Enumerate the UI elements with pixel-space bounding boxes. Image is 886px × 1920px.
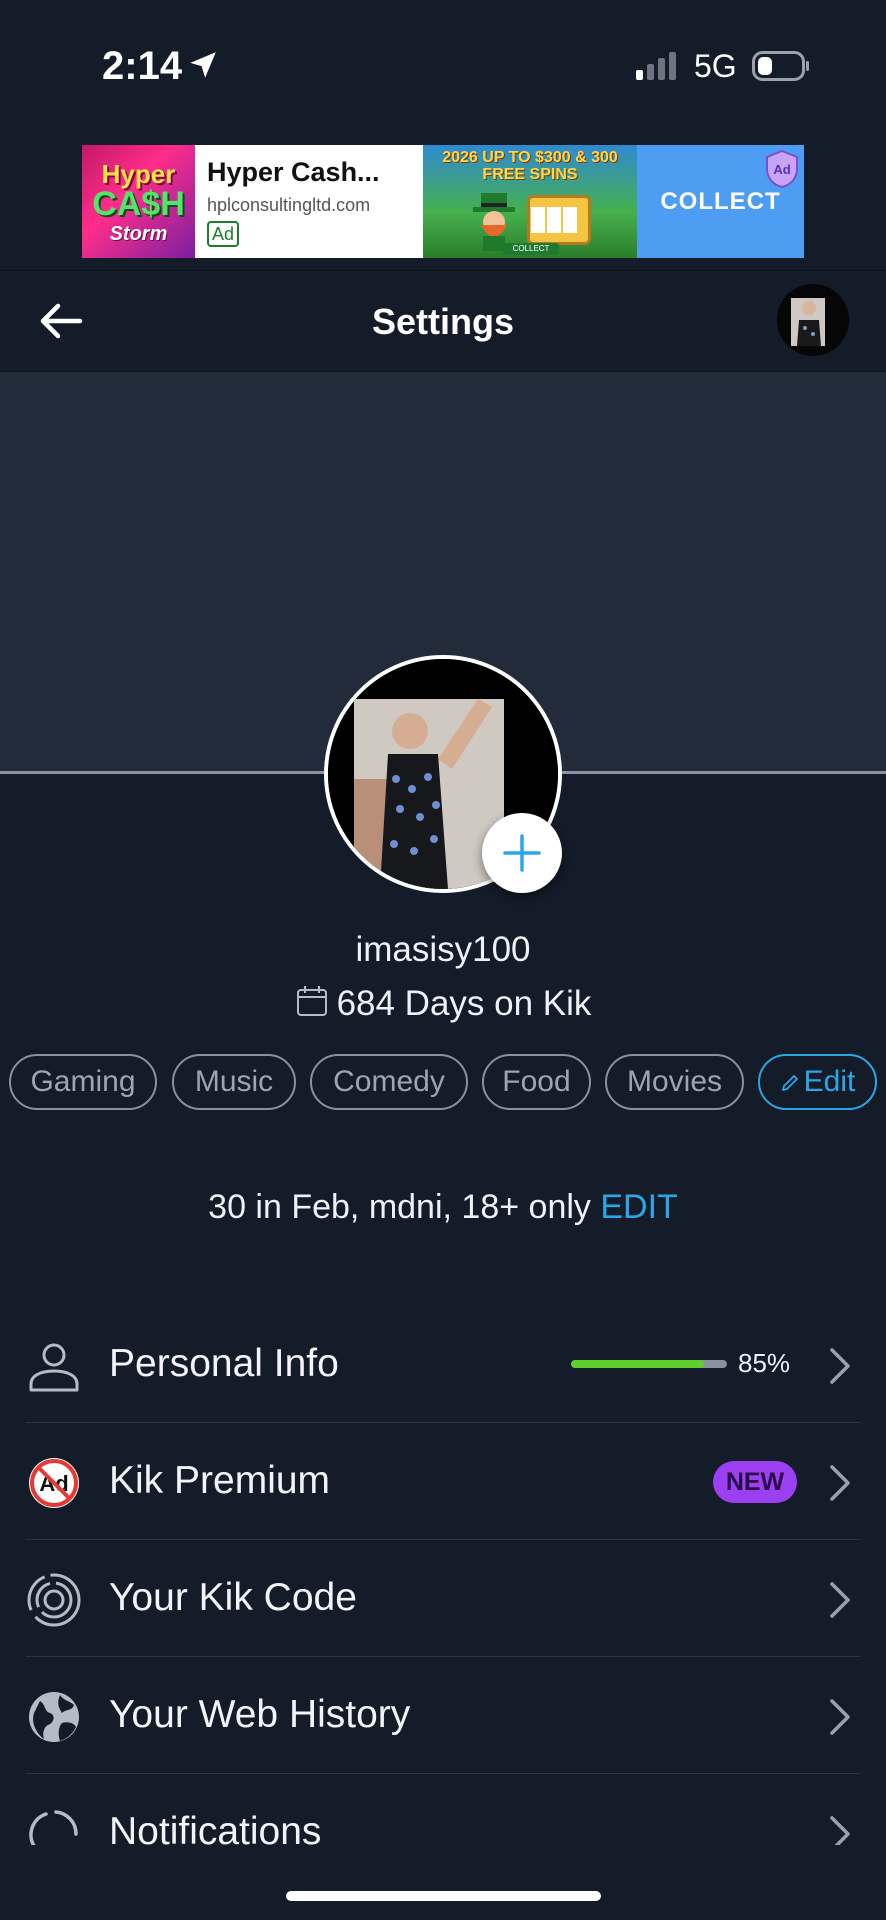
kik-code-icon bbox=[27, 1573, 81, 1627]
menu-item-web-history[interactable]: Your Web History bbox=[0, 1657, 886, 1774]
days-on-kik: 684 Days on Kik bbox=[0, 984, 886, 1024]
ad-art-button: COLLECT bbox=[503, 243, 559, 255]
ad-art-headline: 2026 UP TO $300 & 300 FREE SPINS bbox=[442, 149, 618, 183]
person-icon bbox=[29, 1343, 79, 1392]
cellular-signal-icon bbox=[636, 52, 676, 80]
ad-banner[interactable]: Hyper CA$H Storm Hyper Cash... hplconsul… bbox=[82, 145, 804, 258]
ad-domain: hplconsultingltd.com bbox=[207, 195, 371, 215]
menu-label-personal-info: Personal Info bbox=[109, 1342, 339, 1385]
interest-chip-movies[interactable]: Movies bbox=[605, 1054, 744, 1110]
leprechaun-icon bbox=[473, 193, 515, 251]
interest-chip-food[interactable]: Food bbox=[482, 1054, 591, 1110]
menu-label-web-history: Your Web History bbox=[109, 1693, 411, 1736]
interest-chips: Gaming Music Comedy Food Movies Edit bbox=[9, 1054, 886, 1110]
chevron-right-icon bbox=[830, 1348, 850, 1384]
menu-item-personal-info[interactable]: Personal Info 85% bbox=[0, 1306, 886, 1423]
bottom-bar bbox=[0, 1845, 886, 1920]
bio-text: 30 in Feb, mdni, 18+ only bbox=[208, 1188, 591, 1226]
status-time: 2:14 bbox=[102, 44, 183, 88]
page-title: Settings bbox=[371, 301, 514, 342]
menu-label-kik-premium: Kik Premium bbox=[109, 1459, 331, 1502]
ad-badge: Ad bbox=[207, 221, 240, 247]
profile-avatar-small[interactable] bbox=[777, 284, 849, 356]
battery-icon bbox=[752, 51, 809, 81]
edit-bio-link[interactable]: EDIT bbox=[600, 1188, 677, 1226]
menu-label-kik-code: Your Kik Code bbox=[109, 1576, 357, 1619]
home-indicator[interactable] bbox=[286, 1891, 601, 1901]
interest-chip-gaming[interactable]: Gaming bbox=[9, 1054, 157, 1110]
location-arrow-icon bbox=[190, 52, 216, 78]
edit-interests-label: Edit bbox=[803, 1065, 856, 1098]
edit-interests-button[interactable]: Edit bbox=[758, 1054, 877, 1110]
status-bar: 2:14 5G bbox=[0, 0, 886, 130]
ad-collect-label: COLLECT bbox=[660, 188, 781, 215]
ad-app-thumbnail: Hyper CA$H Storm bbox=[82, 145, 195, 258]
username: imasisy100 bbox=[355, 930, 531, 969]
calendar-icon bbox=[296, 986, 327, 1016]
nav-bar: Settings bbox=[0, 270, 886, 373]
svg-text:Ad: Ad bbox=[773, 162, 790, 177]
slot-machine-icon bbox=[527, 195, 591, 245]
new-badge: NEW bbox=[713, 1461, 797, 1503]
globe-icon bbox=[29, 1692, 79, 1742]
no-ads-icon: Ad bbox=[29, 1458, 79, 1508]
add-photo-button[interactable] bbox=[482, 813, 562, 893]
ad-title: Hyper Cash... bbox=[207, 157, 380, 187]
chevron-right-icon bbox=[830, 1699, 850, 1735]
profile-progress-bar bbox=[571, 1360, 727, 1368]
chevron-right-icon bbox=[830, 1582, 850, 1618]
plus-icon bbox=[503, 834, 541, 872]
ad-text-block: Hyper Cash... hplconsultingltd.com Ad bbox=[195, 145, 423, 258]
profile-progress-text: 85% bbox=[738, 1348, 791, 1378]
menu-item-kik-premium[interactable]: Ad Kik Premium NEW bbox=[0, 1423, 886, 1540]
ad-artwork: 2026 UP TO $300 & 300 FREE SPINS COLLECT bbox=[423, 145, 637, 258]
menu-item-kik-code[interactable]: Your Kik Code bbox=[0, 1540, 886, 1657]
interest-chip-music[interactable]: Music bbox=[172, 1054, 296, 1110]
days-on-kik-text: 684 Days on Kik bbox=[336, 984, 592, 1023]
interest-chip-comedy[interactable]: Comedy bbox=[310, 1054, 468, 1110]
ad-choices-icon[interactable]: Ad bbox=[764, 149, 800, 189]
chevron-right-icon bbox=[830, 1465, 850, 1501]
pencil-icon bbox=[781, 1075, 798, 1091]
network-type: 5G bbox=[694, 48, 737, 84]
ad-collect-button[interactable]: COLLECT Ad bbox=[637, 145, 804, 258]
bio: 30 in Feb, mdni, 18+ only EDIT bbox=[0, 1188, 886, 1227]
